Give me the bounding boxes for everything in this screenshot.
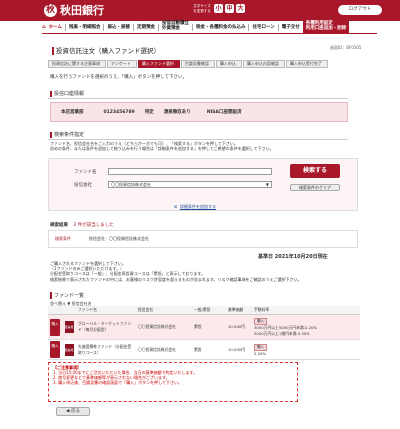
back-button[interactable]: ◀ 戻る [56,407,90,416]
fund-table: ファンド名 投信会社 一般/累投 基準価額 手数料率 購入 目論見書 グローバル… [48,306,360,364]
nav-item-settings[interactable]: 各種利用設定 利用口座追加・削除 [302,21,350,33]
account-info-box: 本店営業部 0123456789 特定 源泉徴収あり NISA口座開設済 [50,102,348,122]
table-row: 購入 目論見書 先進国債券ファンド（分配金受取りコース） 〇〇投資信託株式会社 … [48,339,360,364]
nav-item-time-deposit[interactable]: 定期預金 [134,24,158,30]
nisa-status: NISA口座開設済 [206,110,242,115]
fee-cell: 購入 3000万円以上5000万円未満:2.20% 5000万円以上1億円未満:… [252,314,360,340]
font-size-large-button[interactable]: 大 [236,4,245,13]
prospectus-thumbnail[interactable]: 目論見書 [64,343,74,364]
buy-cell: 購入 [48,314,62,340]
fund-name-input[interactable] [108,168,272,175]
bank-name: 秋田銀行 [60,4,104,17]
fee-buy-button[interactable]: 購入 [254,343,267,351]
nav-item-housing-loan[interactable]: 住宅ローン [249,24,277,30]
search-section-heading: 検索条件指定 [48,130,348,140]
result-heading-label: 検索結果 [50,223,68,228]
table-header-row: ファンド名 投信会社 一般/累投 基準価額 手数料率 [48,306,360,315]
chevron-down-icon: ▼ [265,182,269,187]
fund-course: 累投 [192,339,226,360]
nav-item-tax-payment[interactable]: 税金・各種料金の払込み [193,24,249,30]
search-description: ファンド名、投信会社名をご入力のうえ（どちらか一方でも可）、「検索する」ボタンを… [50,141,274,151]
conditions-key: 検索条件 [55,236,71,241]
page-title: 投資信託注文（購入ファンド選択） [52,47,160,55]
prospectus-thumbnail[interactable]: 目論見書 [64,321,74,341]
step-confirm: 購入申込内容確認 [242,60,285,68]
instruction-text: 購入を行うファンドを選択のうえ、「購入」ボタンを押して下さい。 [50,75,188,80]
col-header-course: 一般/累投 [192,306,226,315]
step-questionnaire: アンケート [107,60,137,68]
font-size-medium-button[interactable]: 中 [225,4,234,13]
add-detail-conditions-link[interactable]: 詳細条件を追加する [180,204,216,210]
search-conditions-box: 検索条件 投信会社：〇〇投資信託株式会社 [48,230,358,248]
fee-buy-button[interactable]: 購入 [254,317,267,325]
branch-name: 本店営業部 [61,110,84,115]
screen-id: 画面ID：BF0305 [330,45,362,50]
account-section-title: 投信口座情報 [54,91,85,97]
note-line: 検索結果で表示されたファンドの中には、お客様のリスク許容度を超えるものが含まれま… [50,276,302,282]
thumb-cell: 目論見書 [62,314,76,341]
fee-cell: 購入 2.20% [252,339,360,360]
col-header-fund-name: ファンド名 [76,306,136,315]
buy-button[interactable]: 購入 [50,318,60,336]
step-prospectus: 目論見書確認 [180,60,215,68]
col-header-buy [48,306,62,315]
buy-cell: 購入 [48,339,62,360]
company-select[interactable]: 〇〇投資信託株式会社 ▼ [108,181,272,188]
company-label: 投信会社 [74,183,92,188]
warning-notes: 【ご注意事項】 1. 当日15:00までにご注文いただいた場合、当日の基準価額で… [48,362,298,402]
nav-item-e-delivery[interactable]: 電子交付 [279,24,303,30]
nav-item-investment[interactable]: 投信自動積立 外貨預金 [159,22,192,31]
search-button[interactable]: 検索する [290,164,340,178]
step-fund-selection: 購入ファンド選択 [137,60,180,68]
step-complete: 購入申込受付完了 [285,60,328,68]
account-type: 特定 [144,110,154,115]
nav-item-balance[interactable]: 残高・明細照会 [66,24,104,30]
plus-icon: ⊞ [174,204,178,209]
notes: ご購入されるファンドを選択して下さい。 （1ファンドのみご選択いただけます。） … [50,261,350,282]
account-section-heading: 投信口座情報 [48,89,348,99]
col-header-company: 投信会社 [136,306,192,315]
nav-item-transfer[interactable]: 振込・振替 [104,24,133,30]
fund-list-title: ファンド一覧 [50,292,84,299]
fund-name: 先進国債券ファンド（分配金受取りコース） [76,339,136,360]
base-date: 基準日 2021年10月20日現在 [258,254,328,260]
fee-line: 2.20% [254,350,267,356]
clear-conditions-button[interactable]: 検索条件のクリア [290,184,340,191]
font-size-label: 文字サイズを変更する [193,4,211,13]
search-result-heading: 検索結果 2 件が該当しました [50,222,114,228]
col-header-nav: 基準価額 [226,306,252,315]
result-count: 2 件が該当しました [73,223,114,228]
global-nav: ⌂ ホーム 残高・明細照会 振込・振替 定期預金 投信自動積立 外貨預金 税金・… [42,21,377,34]
table-row: 購入 目論見書 グローバル・マーケットファンド（毎月分配型） 〇〇投資信託株式会… [48,314,360,341]
fund-company: 〇〇投資信託株式会社 [136,339,192,360]
bank-logo-icon: 秋 [44,4,57,17]
fund-nav: 10,000円 [226,314,252,340]
logout-button[interactable]: ログアウト [338,5,382,15]
warning-line: 3. 購入申込後、目論見書の確認画面で「購入」ボタンを押して下さい。 [53,380,182,385]
fund-course: 累投 [192,314,226,340]
nav-item-home[interactable]: ホーム [46,24,65,30]
withholding-status: 源泉徴収あり [163,110,191,115]
fund-name-label: ファンド名 [74,170,97,175]
heading-bar [50,90,52,97]
back-label: 戻る [70,409,80,414]
conditions-value: 投信会社：〇〇投資信託株式会社 [89,236,149,241]
step-application: 購入申込 [215,60,242,68]
progress-steps: 投資信託に関する注意事項 アンケート 購入ファンド選択 目論見書確認 購入申込 … [48,60,329,68]
fee-line: 5000万円以上1億円未満:3.30% [254,330,310,336]
company-select-value: 〇〇投資信託株式会社 [111,182,151,187]
back-arrow-icon: ◀ [66,409,70,414]
account-number: 0123456789 [103,109,135,115]
font-size-small-button[interactable]: 小 [214,4,223,13]
fund-nav: 10,000円 [226,339,252,360]
col-header-fee: 手数料率 [252,306,360,315]
fund-name: グローバル・マーケットファンド（毎月分配型） [76,314,136,340]
buy-button[interactable]: 購入 [50,341,60,358]
search-section-title: 検索条件指定 [54,132,85,138]
step-notice: 投資信託に関する注意事項 [48,60,106,68]
fund-company: 〇〇投資信託株式会社 [136,314,192,340]
col-header-thumb [62,306,76,315]
heading-bar [50,131,52,138]
